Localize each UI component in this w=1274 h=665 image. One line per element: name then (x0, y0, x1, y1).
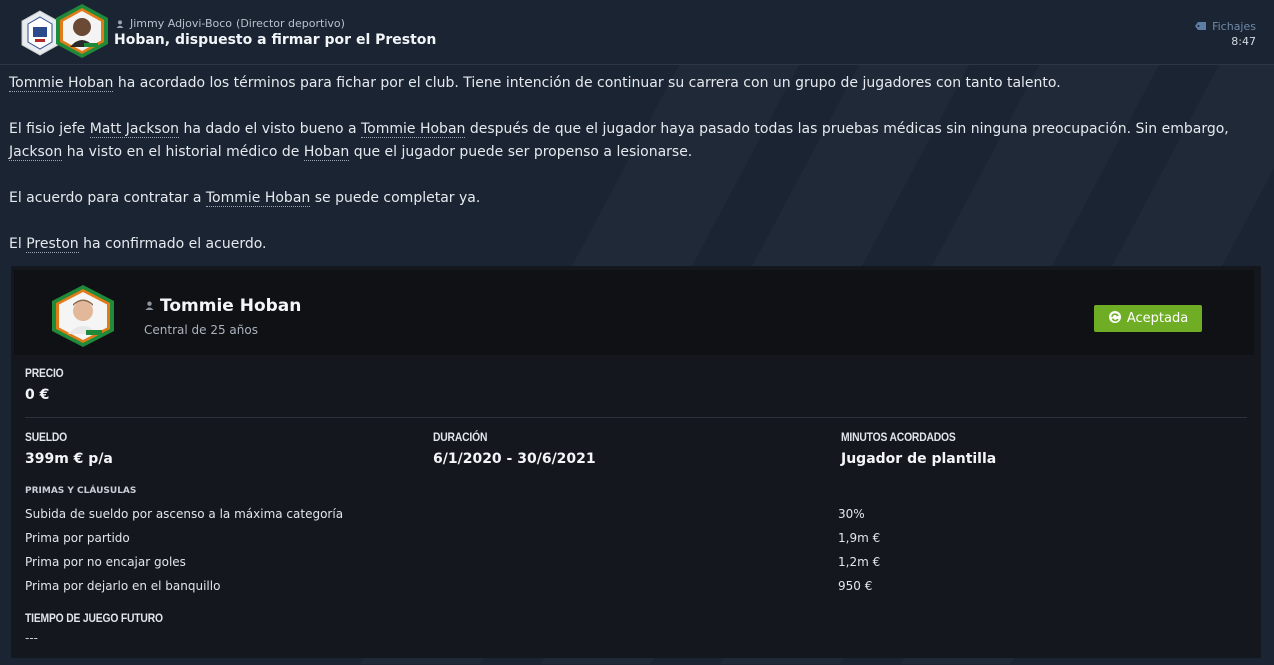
refresh-icon (1108, 311, 1121, 323)
bonus-value: 30% (838, 507, 865, 521)
player-link[interactable]: Tommie Hoban (9, 75, 114, 92)
tag-icon (1195, 22, 1207, 30)
salary-label: SUELDO (25, 430, 67, 444)
bonus-row: Prima por dejarlo en el banquillo 950 € (25, 579, 1245, 601)
paragraph-text: ha dado el visto bueno a (179, 121, 361, 137)
physio-link[interactable]: Jackson (9, 144, 63, 161)
paragraph-text: El (9, 236, 27, 252)
duration-label: DURACIÓN (433, 430, 488, 444)
contract-card: Tommie Hoban Central de 25 años Aceptada… (11, 266, 1261, 658)
player-name[interactable]: Tommie Hoban (145, 296, 301, 316)
paragraph-4: El Preston ha confirmado el acuerdo. (9, 233, 1265, 256)
paragraph-text: ha confirmado el acuerdo. (78, 236, 267, 252)
message-header: Jimmy Adjovi-Boco (Director deportivo) Ho… (0, 0, 1274, 65)
status-label: Aceptada (1126, 311, 1189, 326)
price-value: 0 € (25, 387, 50, 403)
paragraph-text: ha visto en el historial médico de (62, 144, 304, 160)
bonus-row: Subida de sueldo por ascenso a la máxima… (25, 507, 1245, 529)
player-name-text: Tommie Hoban (160, 296, 302, 316)
player-link[interactable]: Tommie Hoban (205, 190, 311, 207)
sender-name[interactable]: Jimmy Adjovi-Boco (130, 17, 232, 30)
player-description: Central de 25 años (144, 323, 258, 337)
status-accepted-button[interactable]: Aceptada (1094, 305, 1202, 332)
sender-photo[interactable] (54, 3, 110, 59)
paragraph-text: que el jugador puede ser propenso a lesi… (349, 144, 693, 160)
player-photo[interactable] (50, 284, 116, 348)
salary-value: 399m € p/a (25, 451, 113, 467)
paragraph-2: El fisio jefe Matt Jackson ha dado el vi… (9, 118, 1265, 164)
paragraph-3: El acuerdo para contratar a Tommie Hoban… (9, 187, 1265, 210)
player-link[interactable]: Hoban (303, 144, 350, 161)
paragraph-text: se puede completar ya. (310, 190, 481, 206)
paragraph-text: después de que el jugador haya pasado to… (465, 121, 1229, 137)
player-link[interactable]: Tommie Hoban (361, 121, 466, 138)
bonus-label: Prima por no encajar goles (25, 555, 186, 569)
message-subject: Hoban, dispuesto a firmar por el Preston (114, 32, 437, 48)
category-label: Fichajes (1212, 20, 1256, 33)
message-time: 8:47 (1231, 35, 1256, 48)
physio-link[interactable]: Matt Jackson (89, 121, 180, 138)
paragraph-text: El fisio jefe (9, 121, 90, 137)
sender-role: (Director deportivo) (236, 17, 345, 30)
bonus-label: Subida de sueldo por ascenso a la máxima… (25, 507, 344, 521)
minutes-value: Jugador de plantilla (841, 451, 997, 467)
bonuses-label: PRIMAS Y CLÁUSULAS (25, 486, 137, 496)
paragraph-text: El acuerdo para contratar a (9, 190, 206, 206)
club-link[interactable]: Preston (26, 236, 79, 253)
future-playtime-label: TIEMPO DE JUEGO FUTURO (25, 611, 163, 625)
bonus-value: 1,2m € (838, 555, 881, 569)
paragraph-1: Tommie Hoban ha acordado los términos pa… (9, 72, 1265, 95)
bonus-row: Prima por partido 1,9m € (25, 531, 1245, 553)
price-label: PRECIO (25, 366, 64, 380)
sender-line: Jimmy Adjovi-Boco (Director deportivo) (116, 17, 345, 30)
person-icon (145, 301, 154, 310)
duration-value: 6/1/2020 - 30/6/2021 (433, 451, 596, 467)
future-playtime-value: --- (25, 631, 38, 645)
player-header: Tommie Hoban Central de 25 años Aceptada (14, 270, 1254, 355)
bonus-value: 950 € (838, 579, 873, 593)
divider (25, 417, 1247, 418)
minutes-label: MINUTOS ACORDADOS (841, 430, 956, 444)
person-icon (116, 20, 124, 28)
bonus-value: 1,9m € (838, 531, 881, 545)
category-link[interactable]: Fichajes (1195, 20, 1256, 33)
paragraph-text: ha acordado los términos para fichar por… (113, 75, 1061, 91)
bonus-label: Prima por dejarlo en el banquillo (25, 579, 221, 593)
bonus-row: Prima por no encajar goles 1,2m € (25, 555, 1245, 577)
bonus-label: Prima por partido (25, 531, 130, 545)
